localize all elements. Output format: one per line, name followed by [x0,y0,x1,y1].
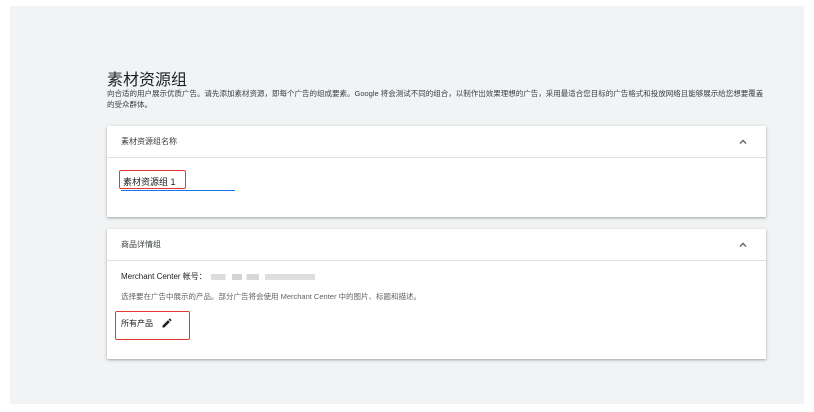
merchant-center-account: Merchant Center 帐号： [121,271,315,282]
asset-group-name-input[interactable] [121,173,239,190]
product-details-header[interactable]: 商品详情组 [107,229,766,261]
chevron-up-icon[interactable] [738,137,748,147]
merchant-center-label: Merchant Center 帐号： [121,272,207,281]
asset-group-name-title: 素材资源组名称 [121,137,177,146]
pencil-icon[interactable] [161,317,173,329]
asset-group-name-field[interactable] [121,172,239,191]
product-details-card: 商品详情组 Merchant Center 帐号： 选择要在广告中展示的产品。部… [107,229,766,359]
product-details-title: 商品详情组 [121,240,161,249]
all-products-edit-button[interactable]: 所有产品 [121,317,173,329]
all-products-label: 所有产品 [121,318,153,328]
product-select-description: 选择要在广告中展示的产品。部分广告将会使用 Merchant Center 中的… [121,292,422,301]
chevron-up-icon[interactable] [738,240,748,250]
page-title: 素材资源组 [107,72,188,89]
page-description: 向合适的用户展示优质广告。请先添加素材资源，即每个广告的组成要素。Google … [107,89,764,109]
account-id-redacted [210,273,315,280]
asset-group-name-header[interactable]: 素材资源组名称 [107,126,766,158]
asset-group-name-card: 素材资源组名称 [107,126,766,217]
